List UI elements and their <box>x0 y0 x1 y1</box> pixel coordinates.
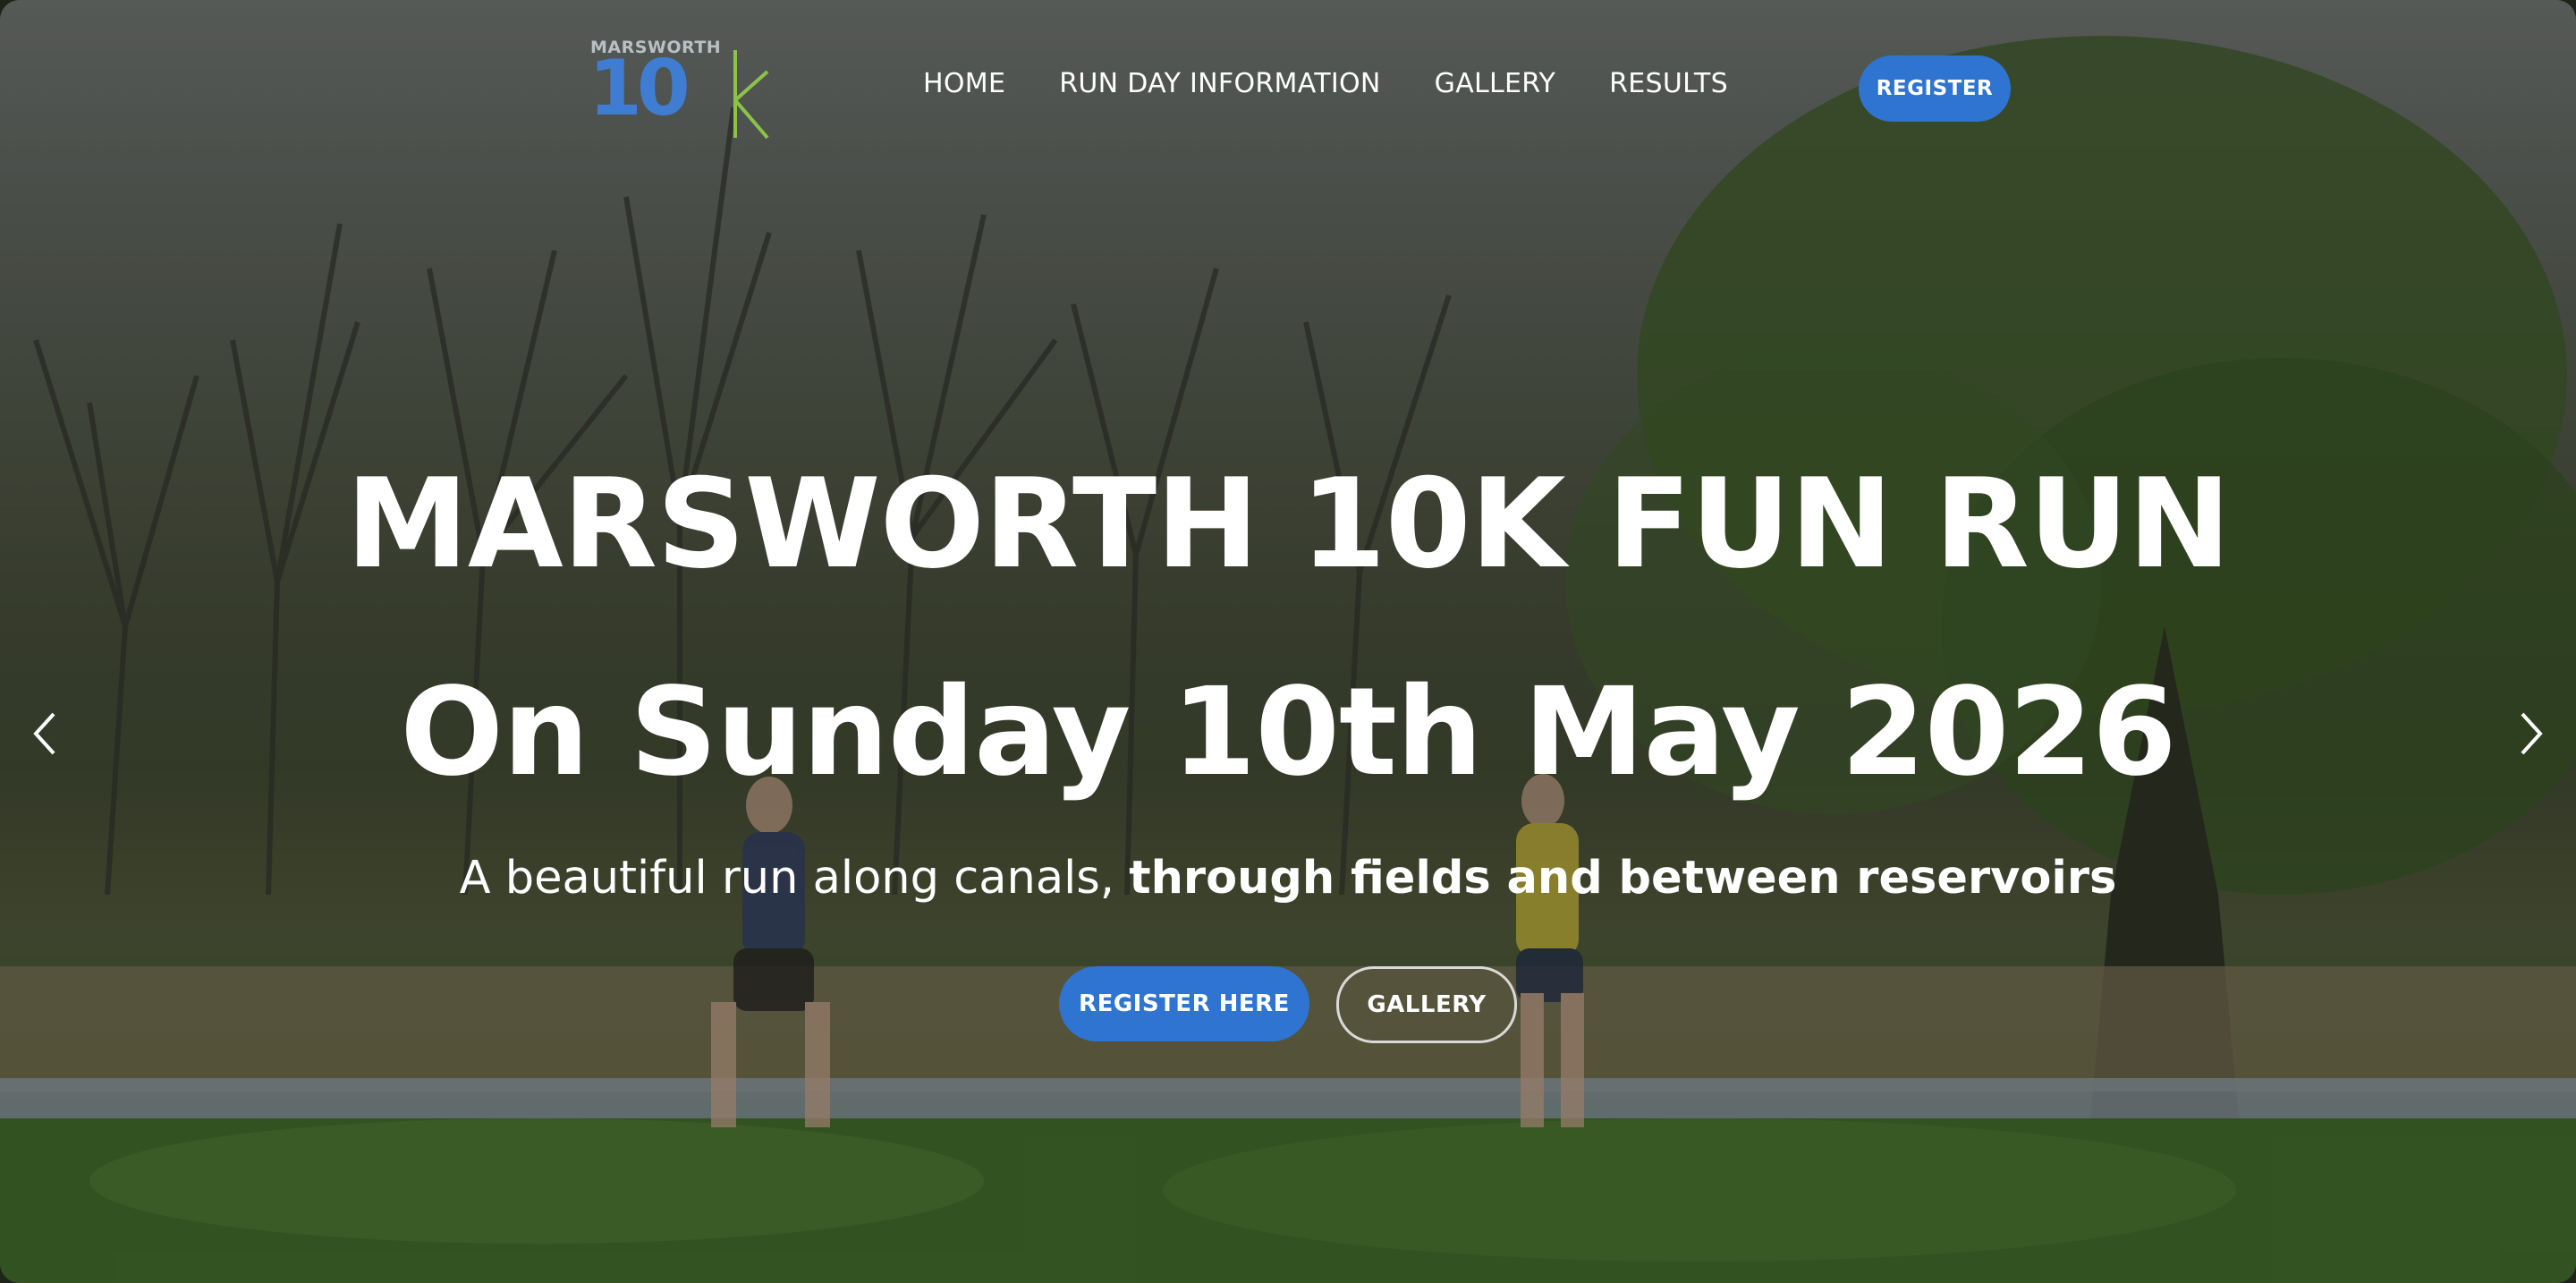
logo-k-mark <box>733 50 769 140</box>
logo-number: 10 <box>589 44 691 133</box>
hero-subtitle: A beautiful run along canals, through fi… <box>0 852 2576 905</box>
hero-overlay <box>0 0 2576 1283</box>
nav-gallery[interactable]: GALLERY <box>1435 68 1556 99</box>
hero-subtitle-light: A beautiful run along canals, <box>459 852 1130 905</box>
hero-section: MARSWORTH 10 HOME RUN DAY INFORMATION GA… <box>0 0 2576 1283</box>
nav-run-day-information[interactable]: RUN DAY INFORMATION <box>1059 68 1380 99</box>
register-here-button[interactable]: REGISTER HERE <box>1059 966 1309 1041</box>
site-logo[interactable]: MARSWORTH 10 <box>589 38 776 143</box>
hero-date: On Sunday 10th May 2026 <box>400 662 2176 803</box>
gallery-button[interactable]: GALLERY <box>1336 966 1517 1043</box>
nav-home[interactable]: HOME <box>923 68 1005 99</box>
hero-cta-row: REGISTER HERE GALLERY <box>0 966 2576 1043</box>
nav-results[interactable]: RESULTS <box>1609 68 1728 99</box>
main-navigation: HOME RUN DAY INFORMATION GALLERY RESULTS <box>923 68 1782 99</box>
hero-title: MARSWORTH 10K FUN RUN <box>345 452 2232 596</box>
nav-register-button[interactable]: REGISTER <box>1859 55 2011 122</box>
hero-subtitle-strong: through fields and between reservoirs <box>1129 852 2117 905</box>
